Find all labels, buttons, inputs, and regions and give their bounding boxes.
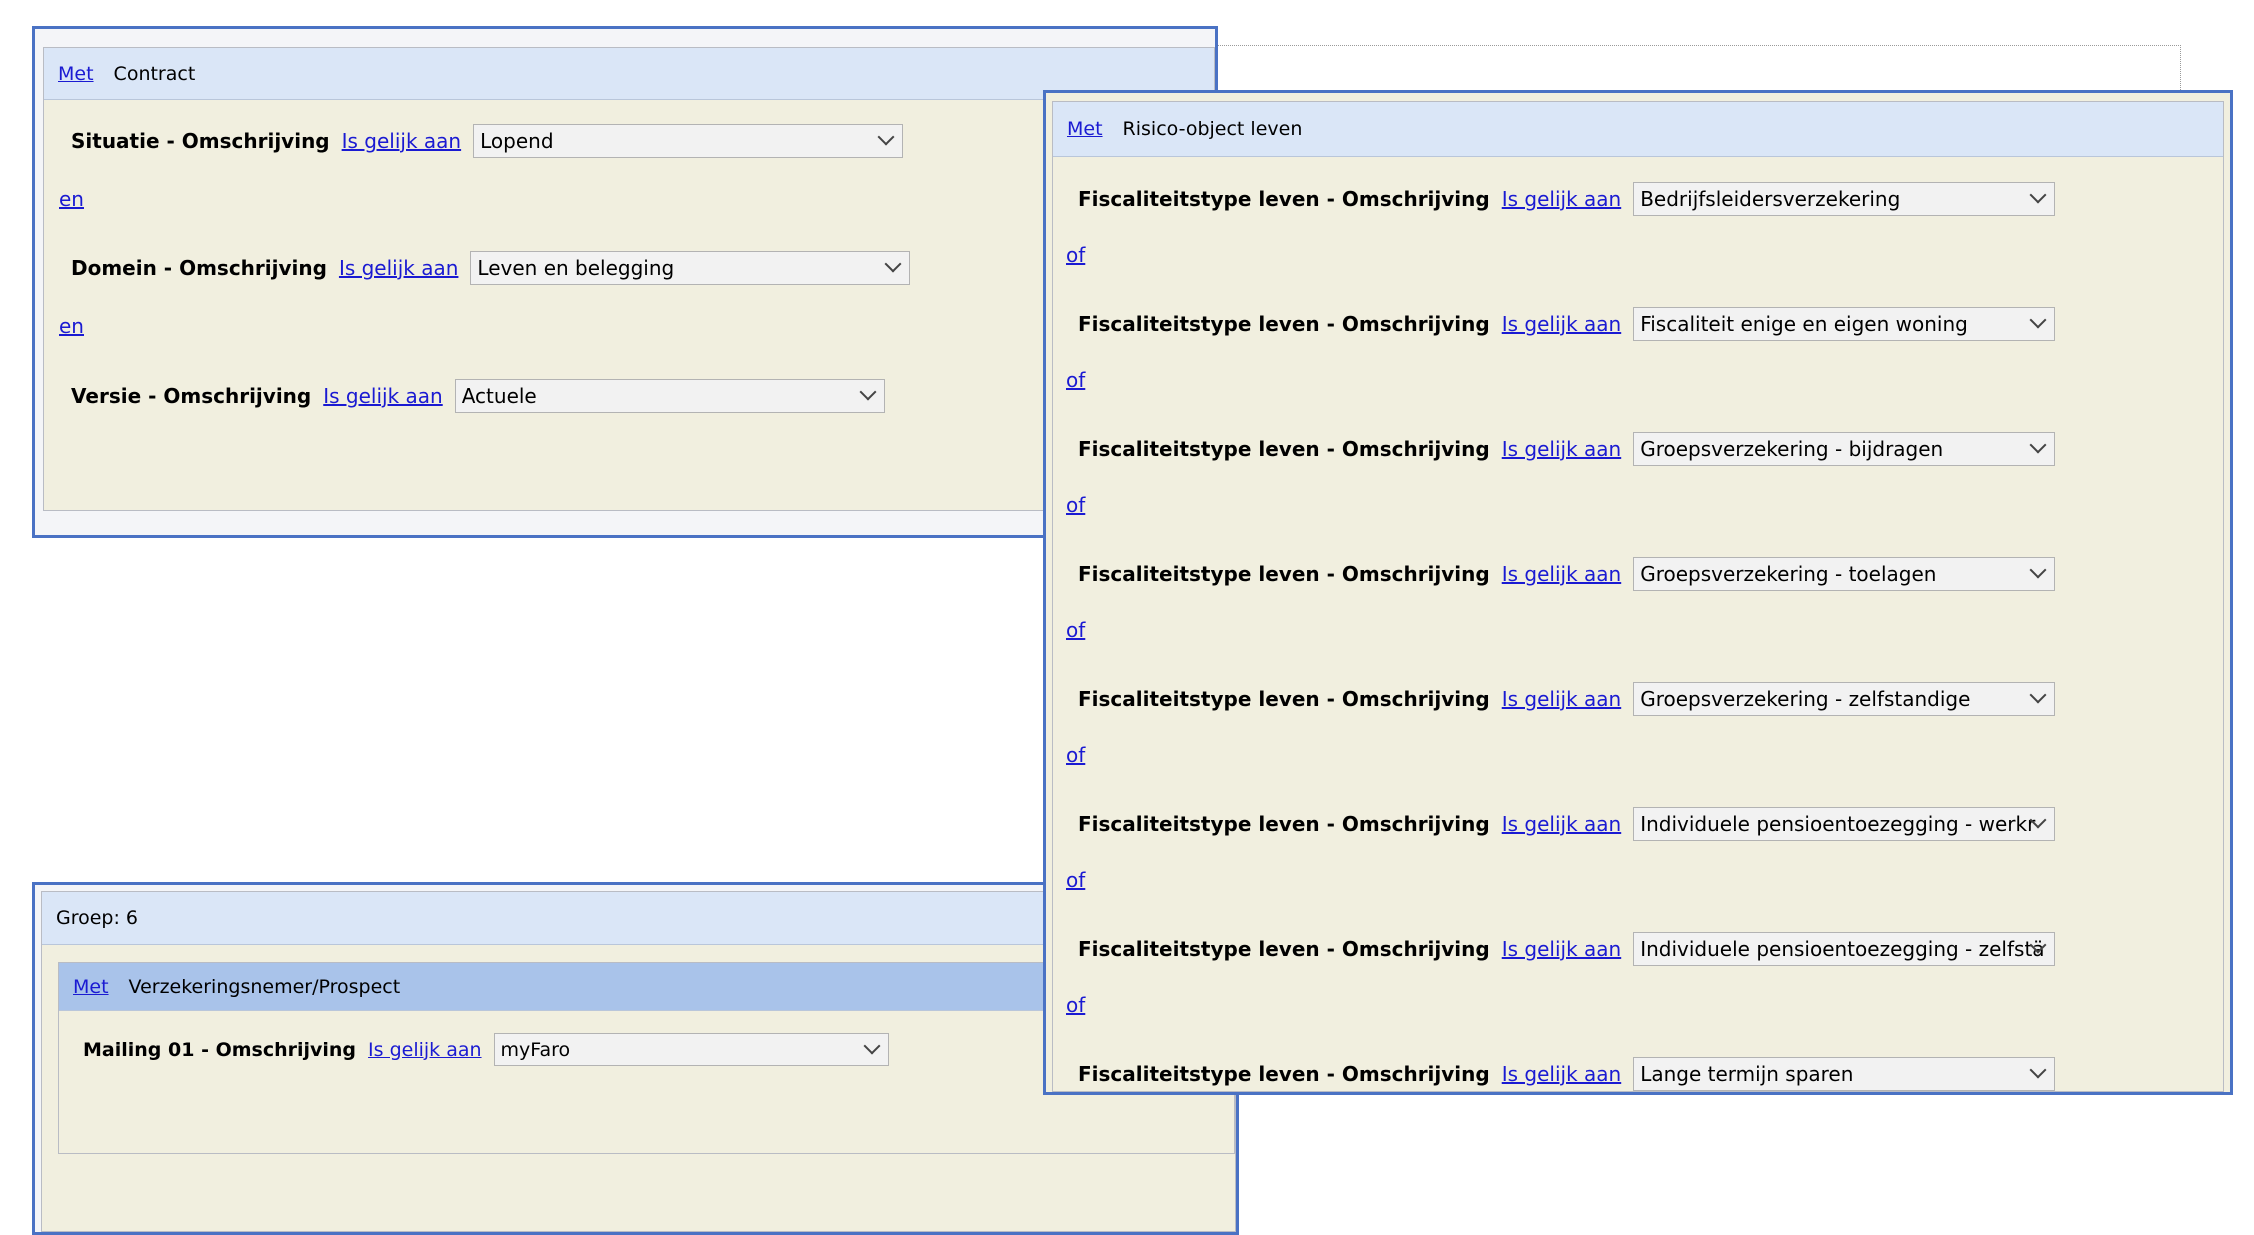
chevron-down-icon xyxy=(884,255,902,273)
condition-label: Versie - Omschrijving xyxy=(71,384,312,408)
condition-label: Situatie - Omschrijving xyxy=(71,129,330,153)
value-select[interactable]: Leven en belegging xyxy=(470,251,911,285)
selected-value: Leven en belegging xyxy=(477,256,675,280)
value-select[interactable]: myFaro xyxy=(493,1033,889,1066)
selected-value: Fiscaliteit enige en eigen woning xyxy=(1640,312,1968,336)
condition-label: Fiscaliteitstype leven - Omschrijving xyxy=(1078,937,1490,961)
groep-title: Groep: 6 xyxy=(56,907,139,929)
condition-row: Mailing 01 - Omschrijving Is gelijk aan … xyxy=(83,1033,889,1066)
operator-link[interactable]: Is gelijk aan xyxy=(1502,937,1621,961)
chevron-down-icon xyxy=(877,128,895,146)
risico-panel: Met Risico-object leven Fiscaliteitstype… xyxy=(1043,90,2233,1095)
operator-link[interactable]: Is gelijk aan xyxy=(1502,312,1621,336)
risico-title: Risico-object leven xyxy=(1122,118,1303,140)
operator-link[interactable]: Is gelijk aan xyxy=(1502,562,1621,586)
contract-title: Contract xyxy=(113,62,196,85)
selected-value: Bedrijfsleidersverzekering xyxy=(1640,187,1901,211)
operator-link[interactable]: Is gelijk aan xyxy=(1502,687,1621,711)
condition-row: Versie - Omschrijving Is gelijk aan Actu… xyxy=(71,379,885,413)
chevron-down-icon xyxy=(859,383,877,401)
condition-label: Fiscaliteitstype leven - Omschrijving xyxy=(1078,1062,1490,1086)
chevron-down-icon xyxy=(863,1037,881,1055)
chevron-down-icon xyxy=(2029,561,2047,579)
chevron-down-icon xyxy=(2029,1061,2047,1079)
value-select[interactable]: Individuele pensioentoezegging - werkr xyxy=(1633,807,2056,841)
conjunction-link[interactable]: of xyxy=(1066,618,1085,642)
value-select[interactable]: Actuele xyxy=(454,379,885,413)
chevron-down-icon xyxy=(2029,186,2047,204)
condition-row: Fiscaliteitstype leven - Omschrijving Is… xyxy=(1078,432,2056,466)
value-select[interactable]: Lange termijn sparen xyxy=(1633,1057,2056,1091)
operator-link[interactable]: Is gelijk aan xyxy=(1502,437,1621,461)
operator-link[interactable]: Is gelijk aan xyxy=(1502,812,1621,836)
contract-panel: Met Contract Situatie - Omschrijving Is … xyxy=(32,26,1218,538)
condition-row: Fiscaliteitstype leven - Omschrijving Is… xyxy=(1078,182,2056,216)
value-select[interactable]: Groepsverzekering - toelagen xyxy=(1633,557,2056,591)
selected-value: Lange termijn sparen xyxy=(1640,1062,1854,1086)
condition-row: Domein - Omschrijving Is gelijk aan Leve… xyxy=(71,251,911,285)
condition-label: Fiscaliteitstype leven - Omschrijving xyxy=(1078,187,1490,211)
selected-value: myFaro xyxy=(500,1039,571,1061)
condition-label: Fiscaliteitstype leven - Omschrijving xyxy=(1078,687,1490,711)
operator-link[interactable]: Is gelijk aan xyxy=(323,384,442,408)
conjunction-link[interactable]: of xyxy=(1066,493,1085,517)
condition-label: Domein - Omschrijving xyxy=(71,256,327,280)
conjunction-link[interactable]: of xyxy=(1066,868,1085,892)
met-link[interactable]: Met xyxy=(1067,118,1103,140)
met-link[interactable]: Met xyxy=(58,63,94,85)
conjunction-link[interactable]: en xyxy=(59,187,84,211)
value-select[interactable]: Fiscaliteit enige en eigen woning xyxy=(1633,307,2056,341)
contract-header: Met Contract xyxy=(44,48,1214,100)
condition-row: Fiscaliteitstype leven - Omschrijving Is… xyxy=(1078,682,2056,716)
met-link[interactable]: Met xyxy=(73,976,109,998)
operator-link[interactable]: Is gelijk aan xyxy=(368,1039,482,1061)
value-select[interactable]: Groepsverzekering - zelfstandige xyxy=(1633,682,2056,716)
conjunction-link[interactable]: of xyxy=(1066,368,1085,392)
chevron-down-icon xyxy=(2029,686,2047,704)
value-select[interactable]: Lopend xyxy=(473,124,904,158)
operator-link[interactable]: Is gelijk aan xyxy=(339,256,458,280)
value-select[interactable]: Bedrijfsleidersverzekering xyxy=(1633,182,2056,216)
selected-value: Lopend xyxy=(480,129,554,153)
conjunction-link[interactable]: of xyxy=(1066,743,1085,767)
selected-value: Actuele xyxy=(461,384,537,408)
operator-link[interactable]: Is gelijk aan xyxy=(1502,1062,1621,1086)
conjunction-link[interactable]: of xyxy=(1066,243,1085,267)
selected-value: Individuele pensioentoezegging - zelfstä xyxy=(1640,937,2045,961)
condition-row: Fiscaliteitstype leven - Omschrijving Is… xyxy=(1078,307,2056,341)
condition-label: Fiscaliteitstype leven - Omschrijving xyxy=(1078,312,1490,336)
value-select[interactable]: Individuele pensioentoezegging - zelfstä xyxy=(1633,932,2056,966)
chevron-down-icon xyxy=(2029,436,2047,454)
condition-row: Fiscaliteitstype leven - Omschrijving Is… xyxy=(1078,557,2056,591)
conjunction-link[interactable]: of xyxy=(1066,993,1085,1017)
selected-value: Groepsverzekering - toelagen xyxy=(1640,562,1937,586)
condition-row: Fiscaliteitstype leven - Omschrijving Is… xyxy=(1078,932,2056,966)
selected-value: Groepsverzekering - zelfstandige xyxy=(1640,687,1971,711)
condition-label: Fiscaliteitstype leven - Omschrijving xyxy=(1078,437,1490,461)
condition-label: Mailing 01 - Omschrijving xyxy=(83,1038,357,1061)
operator-link[interactable]: Is gelijk aan xyxy=(1502,187,1621,211)
chevron-down-icon xyxy=(2029,311,2047,329)
value-select[interactable]: Groepsverzekering - bijdragen xyxy=(1633,432,2056,466)
verzekeringsnemer-title: Verzekeringsnemer/Prospect xyxy=(128,975,401,998)
condition-label: Fiscaliteitstype leven - Omschrijving xyxy=(1078,562,1490,586)
risico-header: Met Risico-object leven xyxy=(1053,102,2223,157)
condition-row: Fiscaliteitstype leven - Omschrijving Is… xyxy=(1078,1057,2056,1091)
condition-label: Fiscaliteitstype leven - Omschrijving xyxy=(1078,812,1490,836)
selected-value: Groepsverzekering - bijdragen xyxy=(1640,437,1944,461)
operator-link[interactable]: Is gelijk aan xyxy=(342,129,461,153)
condition-row: Situatie - Omschrijving Is gelijk aan Lo… xyxy=(71,124,904,158)
conjunction-link[interactable]: en xyxy=(59,314,84,338)
condition-row: Fiscaliteitstype leven - Omschrijving Is… xyxy=(1078,807,2056,841)
selected-value: Individuele pensioentoezegging - werkr xyxy=(1640,812,2036,836)
